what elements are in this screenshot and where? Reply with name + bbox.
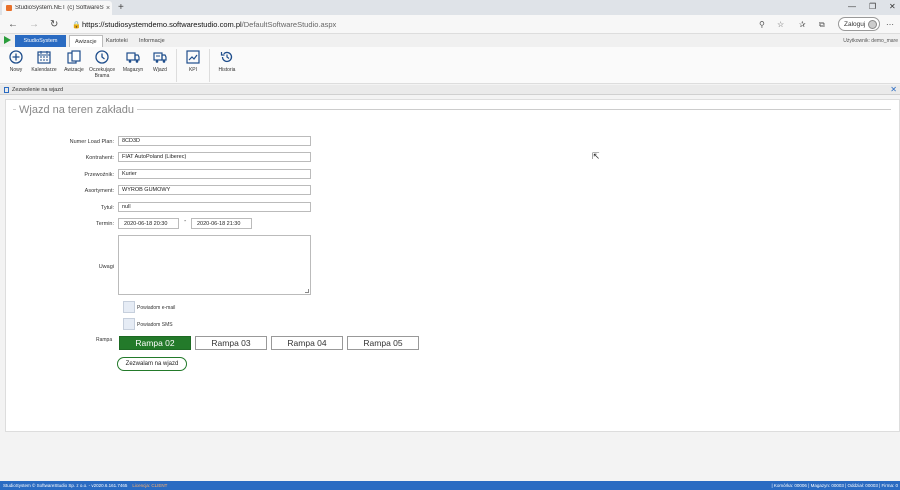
new-tab-button[interactable]: + <box>118 0 124 15</box>
tab-kartoteki[interactable]: Kartoteki <box>101 35 133 47</box>
url-path: /DefaultSoftwareStudio.aspx <box>241 20 337 29</box>
load-plan-label: Numer Load Plan: <box>69 139 114 145</box>
uwagi-label: Uwagi <box>98 264 114 270</box>
user-label: Użytkownik: demo_mare <box>843 38 898 44</box>
tab-informacje[interactable]: Informacje <box>134 35 170 47</box>
calendars-label: Kalendarze <box>31 67 57 73</box>
warehouse-label: Magazyn <box>122 67 144 73</box>
resize-grip-icon[interactable] <box>305 289 309 293</box>
toolbar-separator <box>176 49 177 82</box>
uwagi-textarea[interactable] <box>118 235 311 295</box>
kontrahent-field[interactable]: FIAT AutoPoland (Liberec) <box>118 152 311 162</box>
login-button[interactable]: Zaloguj <box>838 17 880 31</box>
status-right: | Komórka: 00006 | Magazyn: 00003 | Oddz… <box>771 483 899 488</box>
history-label: Historia <box>218 67 236 73</box>
play-icon[interactable] <box>4 36 11 44</box>
chart-icon <box>186 50 200 64</box>
status-left: StudioSystem © SoftwareStudio Sp. z o.o.… <box>3 481 167 490</box>
termin-label: Termin: <box>95 221 114 227</box>
entry-button[interactable]: Wjazd <box>147 50 173 73</box>
status-bar: StudioSystem © SoftwareStudio Sp. z o.o.… <box>0 481 900 490</box>
asortyment-label: Asortyment: <box>84 188 114 194</box>
browser-tabbar: StudioSystem.NET (c) SoftwareSt × + — ❐ … <box>0 0 900 15</box>
entry-label: Wjazd <box>153 67 167 73</box>
login-label: Zaloguj <box>844 20 866 28</box>
tab-title: StudioSystem.NET (c) SoftwareSt <box>15 5 104 11</box>
przewoznik-field[interactable]: Kurier <box>118 169 311 179</box>
new-label: Nowy <box>9 67 23 73</box>
notify-email-label: Powiadom e-mail <box>137 305 176 311</box>
asortyment-field[interactable]: WYROB GUMOWY <box>118 185 311 195</box>
url-host: https://studiosystemdemo.softwarestudio.… <box>82 20 242 29</box>
history-icon <box>220 51 233 63</box>
plus-circle-icon <box>9 50 23 64</box>
restore-icon[interactable]: ❐ <box>869 0 876 13</box>
rampa-label: Rampa <box>96 337 113 343</box>
kpi-label: KPI <box>188 67 198 73</box>
documents-icon <box>67 50 81 64</box>
page-title: Zezwolenie na wjazd <box>12 87 64 93</box>
notices-label: Awizacje <box>64 67 84 73</box>
termin-separator: - <box>184 218 187 225</box>
refresh-icon[interactable]: ↻ <box>50 17 58 32</box>
waiting-gate-button[interactable]: Oczekujące Brama <box>89 50 115 79</box>
close-page-icon[interactable]: ✕ <box>890 85 897 95</box>
ribbon-tabs: StudioSystem Awizacje Kartoteki Informac… <box>0 34 900 47</box>
kpi-button[interactable]: KPI <box>180 50 206 73</box>
forward-arrow-icon[interactable]: → <box>29 17 39 32</box>
truck-icon <box>126 52 140 63</box>
termin-from-field[interactable]: 2020-06-18 20:30 <box>118 218 179 229</box>
load-plan-field[interactable]: 8CD3D <box>118 136 311 146</box>
tab-close-icon[interactable]: × <box>104 5 112 12</box>
clock-icon <box>95 50 109 64</box>
tab-awizacje[interactable]: Awizacje <box>69 35 103 47</box>
calendar-icon <box>37 51 51 64</box>
minimize-icon[interactable]: — <box>848 0 856 13</box>
notices-button[interactable]: Awizacje <box>61 50 87 73</box>
site-favicon-icon <box>6 5 12 11</box>
favorites-icon[interactable]: ✰ <box>799 17 806 32</box>
more-icon[interactable]: ⋯ <box>886 17 894 32</box>
ribbon-toolbar: Nowy Kalendarze Awizacje Oczekujące Bram… <box>0 47 900 84</box>
rampa-05-button[interactable]: Rampa 05 <box>347 336 419 350</box>
truck-entry-icon <box>153 52 167 63</box>
kontrahent-label: Kontrahent: <box>85 155 114 161</box>
notify-email-checkbox[interactable] <box>123 301 135 313</box>
warehouse-button[interactable]: Magazyn <box>120 50 146 73</box>
rampa-02-button[interactable]: Rampa 02 <box>119 336 191 350</box>
rampa-04-button[interactable]: Rampa 04 <box>271 336 343 350</box>
entry-form-panel: Wjazd na teren zakładu Numer Load Plan: … <box>5 99 900 432</box>
browser-tab[interactable]: StudioSystem.NET (c) SoftwareSt × <box>2 1 112 15</box>
tab-studiosystem[interactable]: StudioSystem <box>15 35 66 47</box>
history-button[interactable]: Historia <box>214 50 240 73</box>
address-bar: ← → ↻ 🔒 https://studiosystemdemo.softwar… <box>0 15 900 34</box>
mouse-cursor-icon: ⇱ <box>592 151 600 161</box>
star-icon[interactable]: ☆ <box>777 17 784 32</box>
fieldset-line <box>13 109 891 110</box>
waiting-gate-label: Oczekujące Brama <box>89 67 116 79</box>
page-icon <box>4 87 9 93</box>
zoom-icon[interactable]: ⚲ <box>759 17 765 32</box>
lock-icon: 🔒 <box>72 21 81 29</box>
status-copyright: StudioSystem © SoftwareStudio Sp. z o.o.… <box>3 483 128 488</box>
notify-sms-label: Powiadom SMS <box>137 322 173 328</box>
back-arrow-icon[interactable]: ← <box>8 17 18 32</box>
notify-sms-checkbox[interactable] <box>123 318 135 330</box>
close-window-icon[interactable]: ✕ <box>889 0 896 13</box>
calendars-button[interactable]: Kalendarze <box>31 50 57 73</box>
toolbar-separator <box>209 49 210 82</box>
termin-to-field[interactable]: 2020-06-18 21:30 <box>191 218 252 229</box>
status-license: Licencja: CLIENT <box>132 483 168 488</box>
avatar-icon <box>868 19 877 29</box>
form-legend: Wjazd na teren zakładu <box>16 104 137 116</box>
approve-entry-button[interactable]: Zezwalam na wjazd <box>117 357 187 371</box>
page-subbar: Zezwolenie na wjazd ✕ <box>0 85 900 95</box>
collections-icon[interactable]: ⧉ <box>819 17 825 32</box>
tytul-field[interactable]: null <box>118 202 311 212</box>
url-input[interactable]: 🔒 https://studiosystemdemo.softwarestudi… <box>72 18 812 31</box>
przewoznik-label: Przewoźnik: <box>84 172 114 178</box>
new-button[interactable]: Nowy <box>3 50 29 73</box>
rampa-03-button[interactable]: Rampa 03 <box>195 336 267 350</box>
tytul-label: Tytuł: <box>100 205 114 211</box>
